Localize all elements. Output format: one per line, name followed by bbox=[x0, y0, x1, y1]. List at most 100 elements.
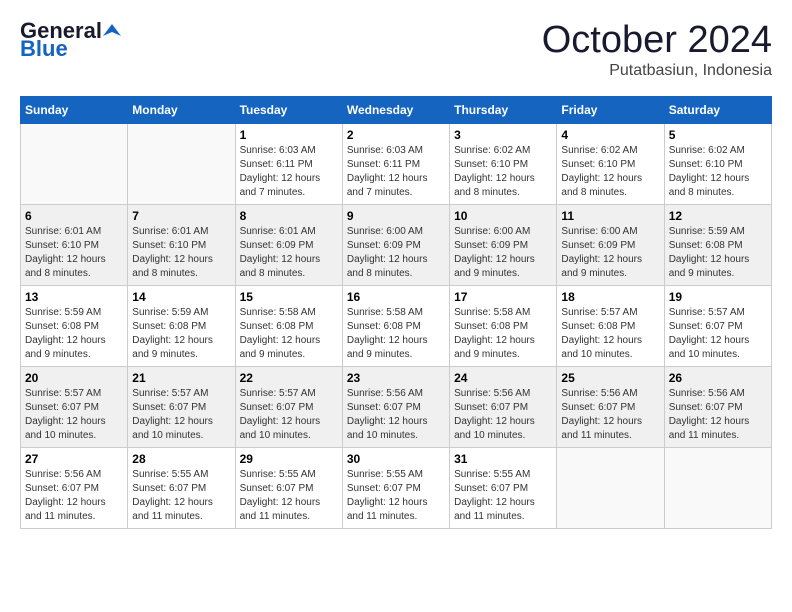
day-info: Sunrise: 5:55 AM Sunset: 6:07 PM Dayligh… bbox=[132, 468, 230, 524]
day-number: 18 bbox=[561, 290, 659, 304]
calendar-cell: 26 Sunrise: 5:56 AM Sunset: 6:07 PM Dayli… bbox=[664, 366, 771, 447]
calendar-cell: 4Sunrise: 6:02 AM Sunset: 6:10 PM Daylig… bbox=[557, 123, 664, 204]
calendar-cell bbox=[664, 447, 771, 528]
weekday-header-saturday: Saturday bbox=[664, 96, 771, 123]
calendar-cell: 30 Sunrise: 5:55 AM Sunset: 6:07 PM Dayli… bbox=[342, 447, 449, 528]
weekday-header-friday: Friday bbox=[557, 96, 664, 123]
day-number: 24 bbox=[454, 371, 552, 385]
day-info: Sunrise: 5:56 AM Sunset: 6:07 PM Dayligh… bbox=[347, 387, 445, 443]
day-info: Sunrise: 6:00 AM Sunset: 6:09 PM Dayligh… bbox=[347, 225, 445, 281]
calendar-cell: 6 Sunrise: 6:01 AM Sunset: 6:10 PM Daylig… bbox=[21, 204, 128, 285]
day-number: 1 bbox=[240, 128, 338, 142]
day-info: Sunrise: 6:03 AM Sunset: 6:11 PM Dayligh… bbox=[347, 144, 445, 200]
day-number: 14 bbox=[132, 290, 230, 304]
calendar-cell: 24 Sunrise: 5:56 AM Sunset: 6:07 PM Dayli… bbox=[450, 366, 557, 447]
day-number: 25 bbox=[561, 371, 659, 385]
day-number: 19 bbox=[669, 290, 767, 304]
day-info: Sunrise: 6:01 AM Sunset: 6:10 PM Dayligh… bbox=[25, 225, 123, 281]
calendar-cell: 5Sunrise: 6:02 AM Sunset: 6:10 PM Daylig… bbox=[664, 123, 771, 204]
day-info: Sunrise: 6:00 AM Sunset: 6:09 PM Dayligh… bbox=[561, 225, 659, 281]
day-number: 3 bbox=[454, 128, 552, 142]
weekday-header-sunday: Sunday bbox=[21, 96, 128, 123]
day-info: Sunrise: 6:01 AM Sunset: 6:09 PM Dayligh… bbox=[240, 225, 338, 281]
day-info: Sunrise: 6:01 AM Sunset: 6:10 PM Dayligh… bbox=[132, 225, 230, 281]
day-number: 10 bbox=[454, 209, 552, 223]
calendar-cell: 21 Sunrise: 5:57 AM Sunset: 6:07 PM Dayli… bbox=[128, 366, 235, 447]
day-info: Sunrise: 5:56 AM Sunset: 6:07 PM Dayligh… bbox=[454, 387, 552, 443]
calendar-table: SundayMondayTuesdayWednesdayThursdayFrid… bbox=[20, 96, 772, 529]
day-number: 6 bbox=[25, 209, 123, 223]
calendar-week-row: 13 Sunrise: 5:59 AM Sunset: 6:08 PM Dayli… bbox=[21, 285, 772, 366]
day-number: 16 bbox=[347, 290, 445, 304]
title-block: October 2024 Putatbasiun, Indonesia bbox=[542, 20, 772, 80]
calendar-cell: 28 Sunrise: 5:55 AM Sunset: 6:07 PM Dayli… bbox=[128, 447, 235, 528]
day-info: Sunrise: 5:58 AM Sunset: 6:08 PM Dayligh… bbox=[240, 306, 338, 362]
calendar-cell: 27Sunrise: 5:56 AM Sunset: 6:07 PM Dayli… bbox=[21, 447, 128, 528]
weekday-header-monday: Monday bbox=[128, 96, 235, 123]
calendar-cell: 9 Sunrise: 6:00 AM Sunset: 6:09 PM Daylig… bbox=[342, 204, 449, 285]
day-number: 15 bbox=[240, 290, 338, 304]
calendar-cell: 20 Sunrise: 5:57 AM Sunset: 6:07 PM Dayli… bbox=[21, 366, 128, 447]
calendar-cell: 18 Sunrise: 5:57 AM Sunset: 6:08 PM Dayli… bbox=[557, 285, 664, 366]
day-number: 20 bbox=[25, 371, 123, 385]
calendar-cell bbox=[21, 123, 128, 204]
day-number: 12 bbox=[669, 209, 767, 223]
day-number: 22 bbox=[240, 371, 338, 385]
calendar-cell: 8 Sunrise: 6:01 AM Sunset: 6:09 PM Daylig… bbox=[235, 204, 342, 285]
day-info: Sunrise: 5:58 AM Sunset: 6:08 PM Dayligh… bbox=[347, 306, 445, 362]
day-info: Sunrise: 5:57 AM Sunset: 6:07 PM Dayligh… bbox=[25, 387, 123, 443]
day-number: 11 bbox=[561, 209, 659, 223]
day-info: Sunrise: 6:03 AM Sunset: 6:11 PM Dayligh… bbox=[240, 144, 338, 200]
day-info: Sunrise: 5:57 AM Sunset: 6:07 PM Dayligh… bbox=[240, 387, 338, 443]
calendar-cell: 25 Sunrise: 5:56 AM Sunset: 6:07 PM Dayli… bbox=[557, 366, 664, 447]
day-number: 21 bbox=[132, 371, 230, 385]
day-number: 23 bbox=[347, 371, 445, 385]
day-number: 2 bbox=[347, 128, 445, 142]
day-number: 17 bbox=[454, 290, 552, 304]
day-number: 30 bbox=[347, 452, 445, 466]
day-info: Sunrise: 5:57 AM Sunset: 6:07 PM Dayligh… bbox=[669, 306, 767, 362]
logo-blue-text: Blue bbox=[20, 38, 122, 60]
calendar-cell: 3Sunrise: 6:02 AM Sunset: 6:10 PM Daylig… bbox=[450, 123, 557, 204]
calendar-cell: 15 Sunrise: 5:58 AM Sunset: 6:08 PM Dayli… bbox=[235, 285, 342, 366]
location: Putatbasiun, Indonesia bbox=[542, 62, 772, 80]
day-info: Sunrise: 5:57 AM Sunset: 6:07 PM Dayligh… bbox=[132, 387, 230, 443]
calendar-cell: 31Sunrise: 5:55 AM Sunset: 6:07 PM Dayli… bbox=[450, 447, 557, 528]
day-number: 4 bbox=[561, 128, 659, 142]
calendar-cell: 17 Sunrise: 5:58 AM Sunset: 6:08 PM Dayli… bbox=[450, 285, 557, 366]
day-info: Sunrise: 5:56 AM Sunset: 6:07 PM Dayligh… bbox=[561, 387, 659, 443]
weekday-header-wednesday: Wednesday bbox=[342, 96, 449, 123]
day-number: 9 bbox=[347, 209, 445, 223]
calendar-cell bbox=[557, 447, 664, 528]
calendar-cell: 10Sunrise: 6:00 AM Sunset: 6:09 PM Dayli… bbox=[450, 204, 557, 285]
day-number: 28 bbox=[132, 452, 230, 466]
day-number: 31 bbox=[454, 452, 552, 466]
day-number: 7 bbox=[132, 209, 230, 223]
day-number: 27 bbox=[25, 452, 123, 466]
page-header: General Blue October 2024 Putatbasiun, I… bbox=[20, 20, 772, 80]
calendar-cell: 16 Sunrise: 5:58 AM Sunset: 6:08 PM Dayli… bbox=[342, 285, 449, 366]
weekday-header-thursday: Thursday bbox=[450, 96, 557, 123]
day-info: Sunrise: 6:02 AM Sunset: 6:10 PM Dayligh… bbox=[669, 144, 767, 200]
day-number: 26 bbox=[669, 371, 767, 385]
day-info: Sunrise: 5:59 AM Sunset: 6:08 PM Dayligh… bbox=[669, 225, 767, 281]
day-number: 13 bbox=[25, 290, 123, 304]
day-number: 8 bbox=[240, 209, 338, 223]
day-info: Sunrise: 5:56 AM Sunset: 6:07 PM Dayligh… bbox=[669, 387, 767, 443]
day-number: 29 bbox=[240, 452, 338, 466]
calendar-week-row: 27Sunrise: 5:56 AM Sunset: 6:07 PM Dayli… bbox=[21, 447, 772, 528]
day-info: Sunrise: 5:59 AM Sunset: 6:08 PM Dayligh… bbox=[25, 306, 123, 362]
day-info: Sunrise: 5:55 AM Sunset: 6:07 PM Dayligh… bbox=[347, 468, 445, 524]
calendar-week-row: 20 Sunrise: 5:57 AM Sunset: 6:07 PM Dayli… bbox=[21, 366, 772, 447]
day-info: Sunrise: 5:58 AM Sunset: 6:08 PM Dayligh… bbox=[454, 306, 552, 362]
day-info: Sunrise: 5:57 AM Sunset: 6:08 PM Dayligh… bbox=[561, 306, 659, 362]
calendar-cell: 23 Sunrise: 5:56 AM Sunset: 6:07 PM Dayli… bbox=[342, 366, 449, 447]
calendar-cell: 19 Sunrise: 5:57 AM Sunset: 6:07 PM Dayli… bbox=[664, 285, 771, 366]
calendar-cell: 13 Sunrise: 5:59 AM Sunset: 6:08 PM Dayli… bbox=[21, 285, 128, 366]
month-title: October 2024 bbox=[542, 20, 772, 62]
logo: General Blue bbox=[20, 20, 122, 60]
calendar-week-row: 6 Sunrise: 6:01 AM Sunset: 6:10 PM Daylig… bbox=[21, 204, 772, 285]
calendar-cell: 12 Sunrise: 5:59 AM Sunset: 6:08 PM Dayli… bbox=[664, 204, 771, 285]
calendar-cell: 2 Sunrise: 6:03 AM Sunset: 6:11 PM Daylig… bbox=[342, 123, 449, 204]
calendar-cell: 1 Sunrise: 6:03 AM Sunset: 6:11 PM Daylig… bbox=[235, 123, 342, 204]
